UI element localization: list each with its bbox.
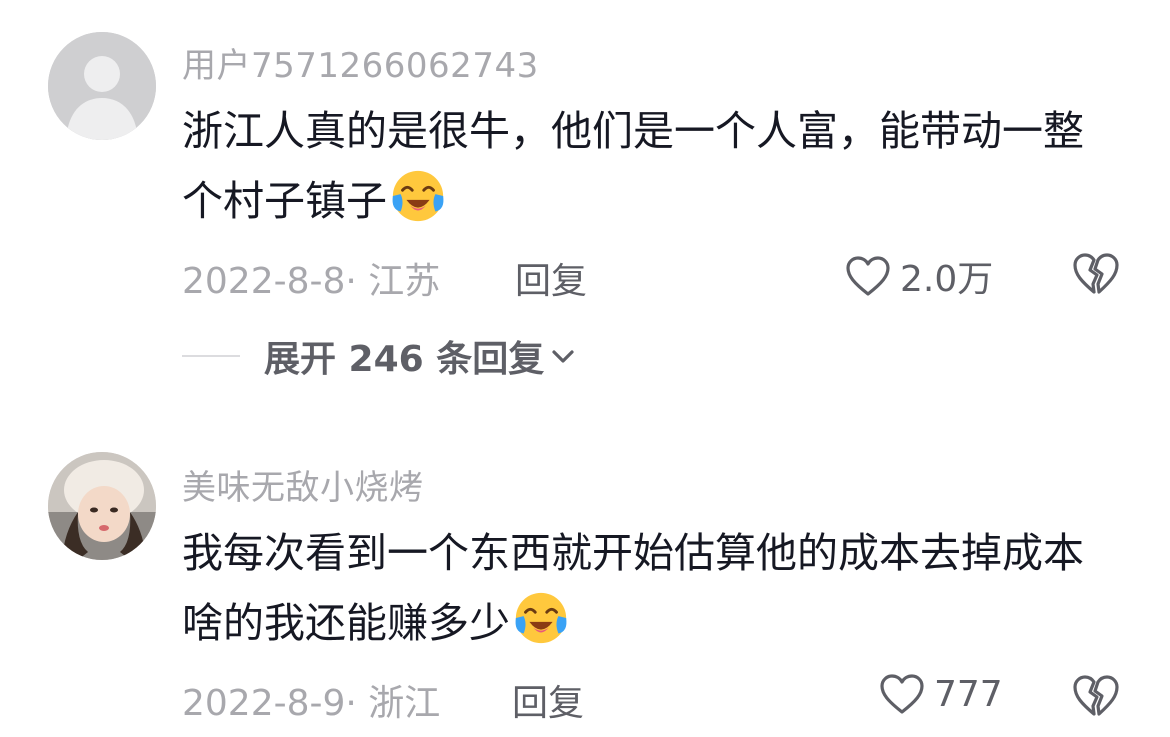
avatar-default[interactable] <box>48 32 156 140</box>
comment-text: 浙江人真的是很牛，他们是一个人富，能带动一整个村子镇子 <box>182 96 1122 236</box>
like-count: 777 <box>934 673 1003 715</box>
comment-item: 美味无敌小烧烤 我每次看到一个东西就开始估算他的成本去掉成本啥的我还能赚多少 2… <box>0 420 1170 737</box>
comment-text-content: 浙江人真的是很牛，他们是一个人富，能带动一整个村子镇子 <box>182 107 1084 225</box>
crying-laughing-emoji-icon <box>392 170 444 222</box>
comment-item: 用户7571266062743 浙江人真的是很牛，他们是一个人富，能带动一整个村… <box>0 0 1170 420</box>
comment-text-content: 我每次看到一个东西就开始估算他的成本去掉成本啥的我还能赚多少 <box>182 529 1084 647</box>
comment-text: 我每次看到一个东西就开始估算他的成本去掉成本啥的我还能赚多少 <box>182 518 1122 658</box>
divider-line <box>182 355 240 357</box>
broken-heart-icon[interactable] <box>1072 250 1120 296</box>
like-button[interactable]: 777 <box>878 672 1003 716</box>
chevron-down-icon <box>552 350 574 363</box>
default-avatar-icon <box>48 32 156 140</box>
heart-outline-icon <box>846 256 890 296</box>
heart-outline-icon <box>880 674 924 714</box>
like-button[interactable]: 2.0万 <box>844 250 993 302</box>
like-count: 2.0万 <box>900 259 994 300</box>
comment-date-location: 2022-8-8· 江苏 <box>182 261 441 302</box>
avatar-photo[interactable] <box>48 452 156 560</box>
user-photo-avatar <box>48 452 156 560</box>
reply-button[interactable]: 回复 <box>512 674 584 726</box>
broken-heart-icon[interactable] <box>1072 672 1120 718</box>
expand-replies-button[interactable]: 展开 246 条回复 <box>182 330 576 382</box>
comment-username[interactable]: 用户7571266062743 <box>182 38 539 87</box>
comment-username[interactable]: 美味无敌小烧烤 <box>182 460 424 509</box>
crying-laughing-emoji-icon <box>515 592 567 644</box>
comment-date-location: 2022-8-9· 浙江 <box>182 683 441 724</box>
expand-replies-label: 展开 246 条回复 <box>264 339 545 380</box>
reply-button[interactable]: 回复 <box>515 252 587 304</box>
